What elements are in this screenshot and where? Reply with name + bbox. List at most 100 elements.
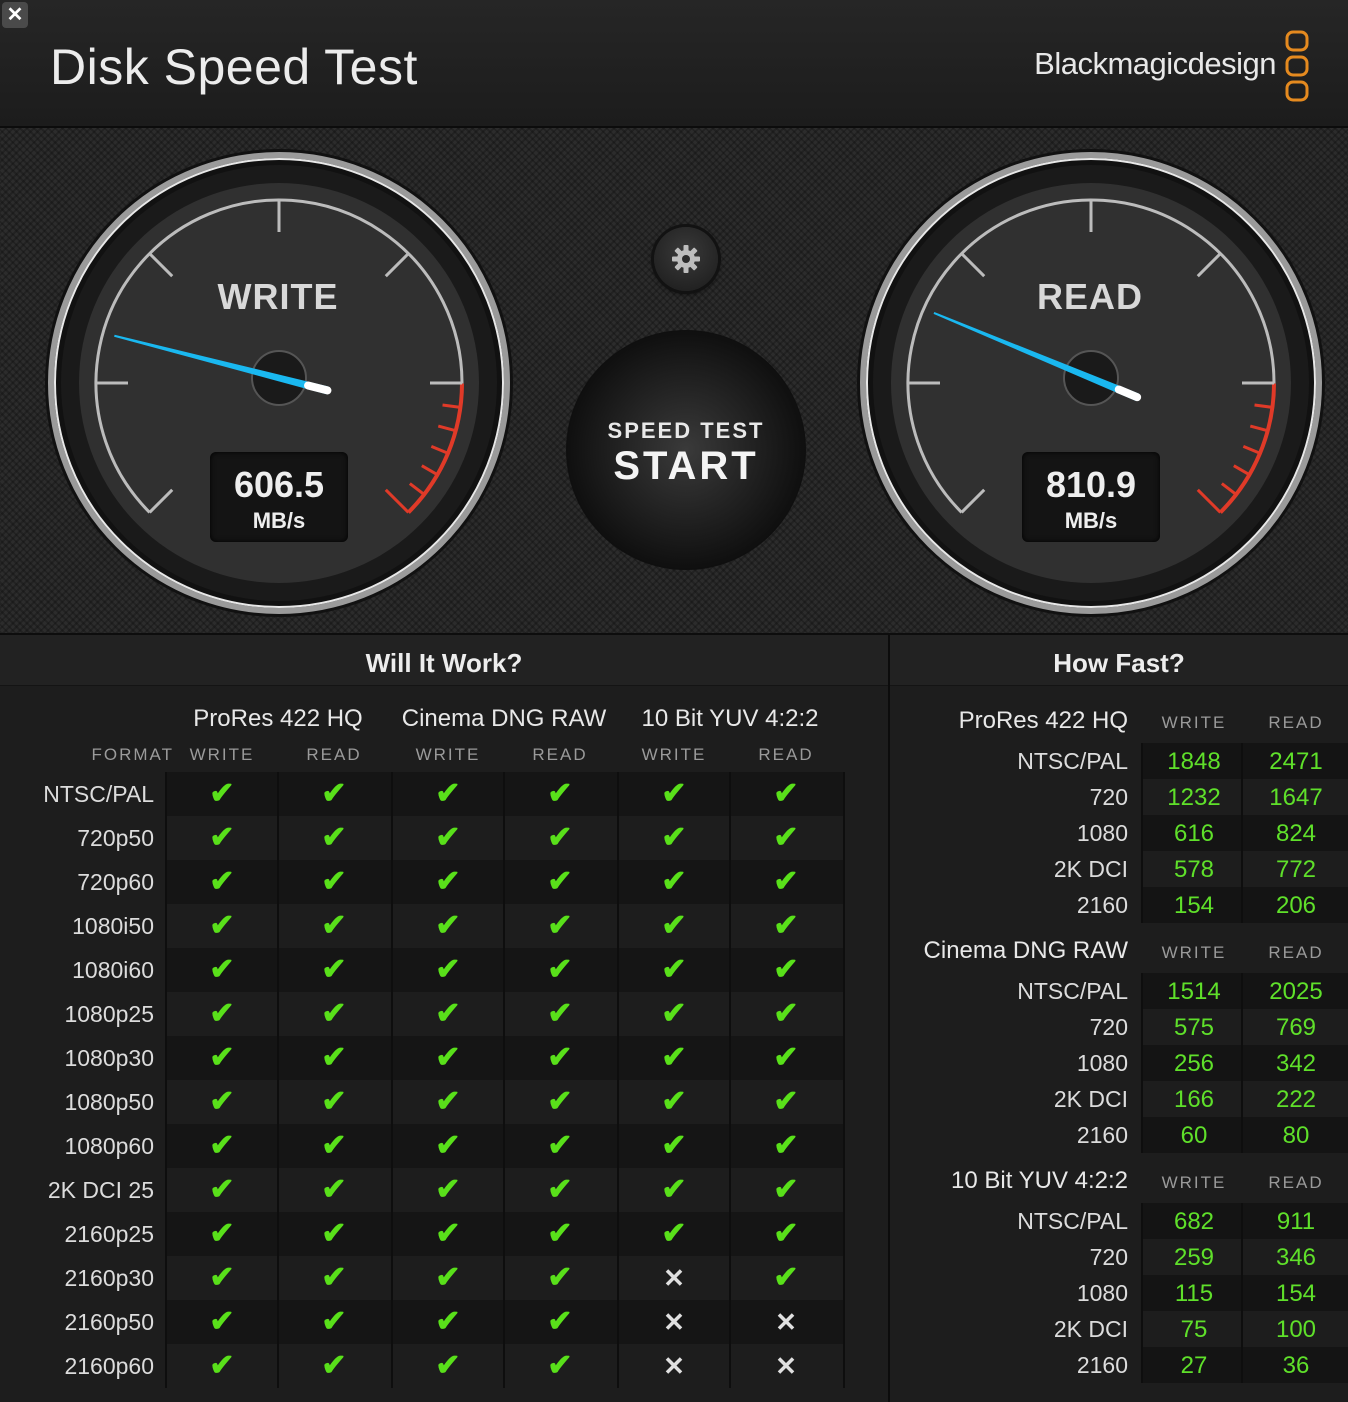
- checkmark-icon: ✔: [773, 1173, 799, 1206]
- checkmark-icon: ✔: [435, 865, 461, 898]
- checkmark-icon: ✔: [773, 953, 799, 986]
- checkmark-icon: ✔: [321, 1173, 347, 1206]
- checkmark-icon: ✔: [435, 777, 461, 810]
- close-icon[interactable]: ✕: [2, 2, 28, 28]
- speed-row-label: 720: [1089, 1014, 1128, 1040]
- checkmark-icon: ✔: [321, 777, 347, 810]
- format-label: 720p50: [77, 825, 154, 851]
- speed-write-header: WRITE: [1161, 713, 1227, 732]
- checkmark-icon: ✔: [209, 1041, 235, 1074]
- checkmark-icon: ✔: [661, 909, 687, 942]
- app-title: Disk Speed Test: [50, 39, 418, 95]
- checkmark-icon: ✔: [547, 777, 573, 810]
- speed-write-value: 1232: [1167, 784, 1221, 811]
- speed-read-value: 824: [1275, 820, 1317, 847]
- speed-read-value: 80: [1282, 1122, 1310, 1149]
- checkmark-icon: ✔: [209, 1129, 235, 1162]
- checkmark-icon: ✔: [209, 777, 235, 810]
- speed-row-label: 1080: [1076, 1050, 1128, 1076]
- speed-write-value: 27: [1180, 1352, 1208, 1379]
- sub-column-header: READ: [306, 745, 362, 764]
- speed-column-divider: [1141, 973, 1143, 1153]
- speed-write-value: 115: [1174, 1280, 1214, 1307]
- format-label: 1080p60: [64, 1133, 154, 1159]
- speed-row-label: NTSC/PAL: [1017, 1208, 1128, 1234]
- checkmark-icon: ✔: [321, 1261, 347, 1294]
- checkmark-icon: ✔: [773, 1041, 799, 1074]
- settings-button[interactable]: [654, 227, 718, 291]
- speed-read-value: 2471: [1269, 748, 1323, 775]
- checkmark-icon: ✔: [661, 1041, 687, 1074]
- speed-column-divider: [1141, 743, 1143, 923]
- checkmark-icon: ✔: [435, 909, 461, 942]
- checkmark-icon: ✔: [547, 865, 573, 898]
- speed-write-value: 75: [1180, 1316, 1208, 1343]
- speed-read-value: 1647: [1269, 784, 1323, 811]
- write-speed-value: 606.5: [233, 464, 325, 505]
- read-gauge: [857, 149, 1325, 617]
- checkmark-icon: ✔: [661, 1129, 687, 1162]
- checkmark-icon: ✔: [209, 1173, 235, 1206]
- checkmark-icon: ✔: [435, 997, 461, 1030]
- speed-row-label: 1080: [1076, 820, 1128, 846]
- gauge-needle-tail: [304, 381, 332, 395]
- speed-row-label: 720: [1089, 784, 1128, 810]
- cross-icon: ✕: [775, 1351, 797, 1381]
- format-label: 1080i50: [72, 913, 154, 939]
- checkmark-icon: ✔: [661, 1173, 687, 1206]
- speed-read-value: 911: [1276, 1208, 1316, 1235]
- column-divider: [843, 772, 845, 1388]
- checkmark-icon: ✔: [773, 777, 799, 810]
- speed-read-header: READ: [1268, 943, 1324, 962]
- checkmark-icon: ✔: [209, 1349, 235, 1382]
- format-label: 1080p50: [64, 1089, 154, 1115]
- cross-icon: ✕: [663, 1263, 685, 1293]
- title-bar: ✕ Disk Speed Test Blackmagicdesign: [0, 0, 1348, 128]
- speed-write-value: 256: [1173, 1050, 1215, 1077]
- checkmark-icon: ✔: [435, 1041, 461, 1074]
- speed-read-value: 206: [1275, 892, 1317, 919]
- speed-row-label: 2160: [1076, 1352, 1128, 1378]
- checkmark-icon: ✔: [661, 821, 687, 854]
- format-label: 1080i60: [72, 957, 154, 983]
- checkmark-icon: ✔: [773, 1085, 799, 1118]
- format-label: 720p60: [77, 869, 154, 895]
- checkmark-icon: ✔: [435, 821, 461, 854]
- speed-row-label: 2K DCI: [1053, 856, 1128, 882]
- checkmark-icon: ✔: [547, 909, 573, 942]
- checkmark-icon: ✔: [661, 1085, 687, 1118]
- checkmark-icon: ✔: [435, 1349, 461, 1382]
- start-button-caption: SPEED TEST: [607, 418, 765, 443]
- write-readout: 606.5 MB/s: [210, 452, 348, 542]
- speed-test-start-button[interactable]: SPEED TEST START: [566, 330, 806, 570]
- speed-group-name: 10 Bit YUV 4:2:2: [951, 1167, 1128, 1194]
- checkmark-icon: ✔: [661, 777, 687, 810]
- speed-write-value: 682: [1173, 1208, 1215, 1235]
- checkmark-icon: ✔: [321, 1129, 347, 1162]
- format-label: 2K DCI 25: [47, 1177, 154, 1203]
- speed-row-label: NTSC/PAL: [1017, 978, 1128, 1004]
- group-header: Cinema DNG RAW: [401, 705, 607, 732]
- checkmark-icon: ✔: [773, 1217, 799, 1250]
- checkmark-icon: ✔: [321, 997, 347, 1030]
- speed-write-value: 1848: [1167, 748, 1221, 775]
- checkmark-icon: ✔: [321, 1305, 347, 1338]
- sub-column-header: READ: [758, 745, 814, 764]
- checkmark-icon: ✔: [547, 1305, 573, 1338]
- speed-read-value: 342: [1275, 1050, 1317, 1077]
- checkmark-icon: ✔: [209, 997, 235, 1030]
- speed-row-label: 2K DCI: [1053, 1316, 1128, 1342]
- speed-write-header: WRITE: [1161, 943, 1227, 962]
- checkmark-icon: ✔: [209, 1217, 235, 1250]
- checkmark-icon: ✔: [209, 865, 235, 898]
- format-label: 2160p50: [64, 1309, 154, 1335]
- speed-row-label: 720: [1089, 1244, 1128, 1270]
- checkmark-icon: ✔: [209, 1261, 235, 1294]
- format-column-header: FORMAT: [91, 745, 174, 764]
- speed-read-value: 222: [1275, 1086, 1317, 1113]
- checkmark-icon: ✔: [435, 1173, 461, 1206]
- speed-write-value: 578: [1173, 856, 1215, 883]
- write-speed-unit: MB/s: [252, 508, 306, 533]
- speed-write-value: 259: [1173, 1244, 1215, 1271]
- sub-column-header: READ: [532, 745, 588, 764]
